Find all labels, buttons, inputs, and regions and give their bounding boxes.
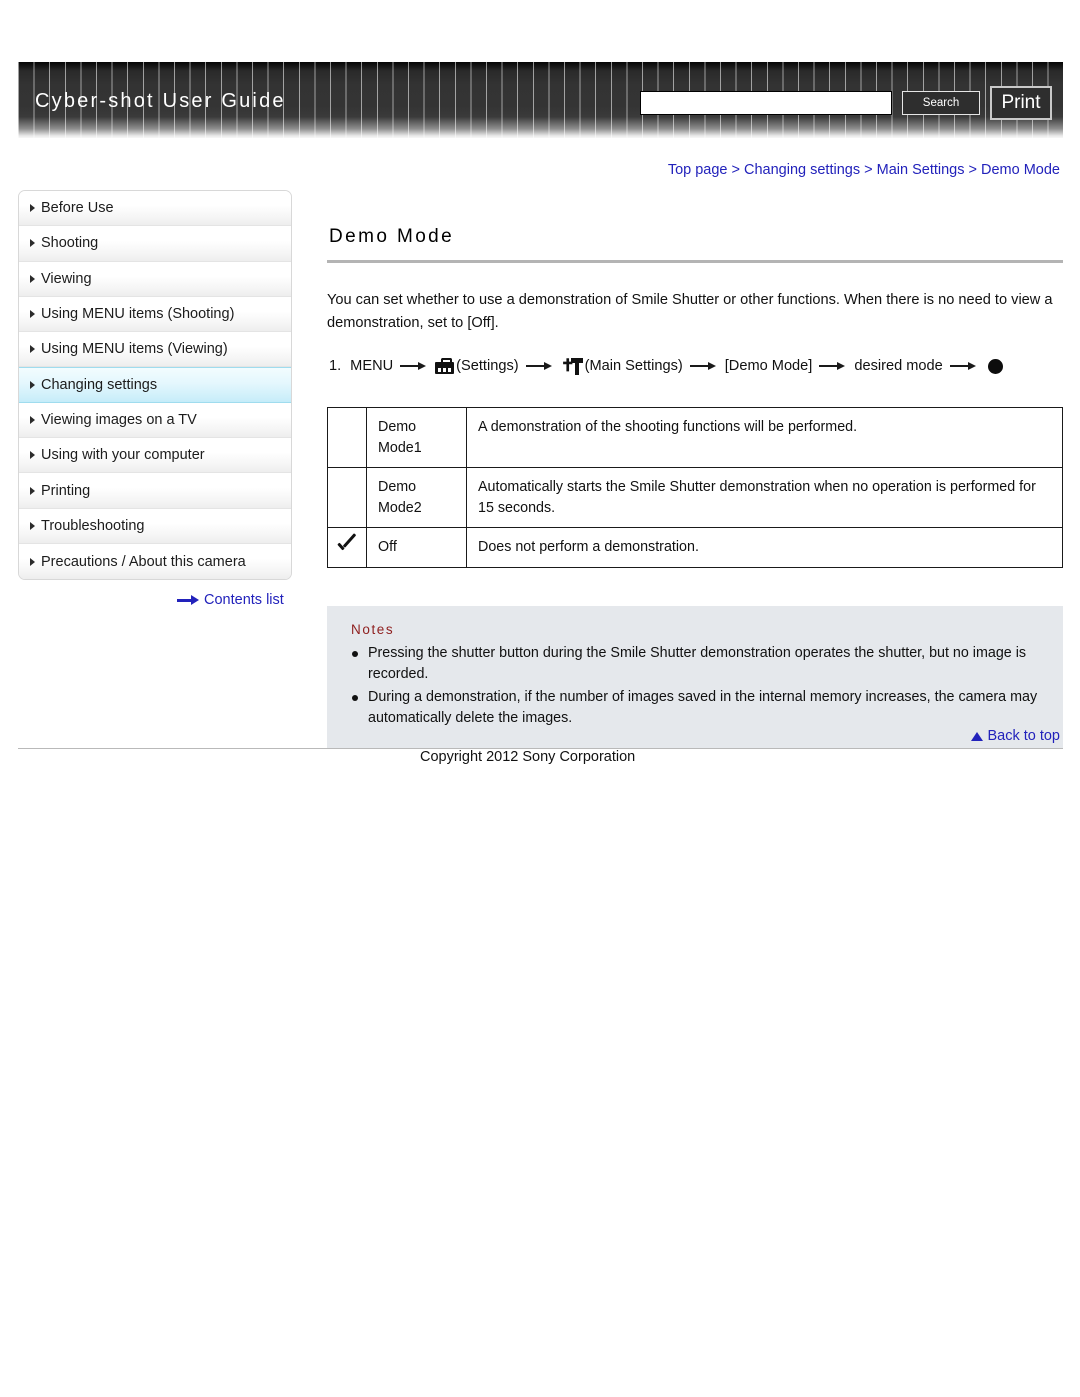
table-cell-description: Automatically starts the Smile Shutter d… (466, 467, 1063, 528)
triangle-up-icon (971, 731, 984, 741)
caret-right-icon (30, 345, 35, 354)
sidebar-item-label: Precautions / About this camera (41, 553, 246, 570)
table-row: Demo Mode1 A demonstration of the shooti… (327, 407, 1063, 468)
sidebar-item-label: Viewing (41, 270, 92, 287)
table-row: Demo Mode2 Automatically starts the Smil… (327, 467, 1063, 528)
caret-right-icon (30, 381, 35, 390)
sidebar-item-precautions-about-this-camera[interactable]: Precautions / About this camera (19, 543, 291, 580)
sidebar-item-shooting[interactable]: Shooting (19, 226, 291, 262)
list-item: During a demonstration, if the number of… (347, 687, 1043, 730)
breadcrumb-item-changing-settings[interactable]: Changing settings (744, 162, 860, 178)
step-main-settings-label: (Main Settings) (584, 358, 683, 374)
breadcrumb-item-demo-mode[interactable]: Demo Mode (981, 162, 1060, 178)
sidebar-item-before-use[interactable]: Before Use (19, 191, 291, 227)
mode-label: Demo Mode1 (378, 419, 422, 456)
sidebar-item-label: Using MENU items (Shooting) (41, 306, 235, 323)
sidebar-item-label: Troubleshooting (41, 517, 145, 534)
table-row: Off Does not perform a demonstration. (327, 527, 1063, 568)
caret-right-icon (30, 274, 35, 283)
caret-right-icon (30, 557, 35, 566)
sidebar-item-label: Shooting (41, 235, 99, 252)
checkmark-icon (336, 538, 358, 556)
search-button[interactable]: Search (902, 91, 980, 115)
sidebar-item-label: Printing (41, 482, 91, 499)
sidebar-item-label: Using with your computer (41, 447, 205, 464)
back-to-top-link[interactable]: Back to top (971, 728, 1060, 744)
notes-list: Pressing the shutter button during the S… (347, 643, 1043, 730)
sidebar-item-using-menu-items-viewing[interactable]: Using MENU items (Viewing) (19, 332, 291, 368)
arrow-right-icon (689, 360, 718, 372)
header-tools: Search Print (640, 86, 1052, 120)
sidebar-item-label: Before Use (41, 200, 114, 217)
page-title: Demo Mode (329, 226, 455, 247)
print-button[interactable]: Print (990, 86, 1052, 120)
step-instruction: 1. MENU (Settings) ✝ (Main Settings) [De… (327, 353, 1063, 379)
copyright-text: Copyright 2012 Sony Corporation (420, 749, 636, 765)
step-settings-label: (Settings) (456, 358, 519, 374)
breadcrumb-separator: > (864, 162, 873, 178)
caret-right-icon (30, 204, 35, 213)
sidebar-item-changing-settings[interactable]: Changing settings (19, 367, 291, 403)
list-item: Pressing the shutter button during the S… (347, 643, 1043, 686)
intro-paragraph: You can set whether to use a demonstrati… (327, 292, 1053, 331)
sidebar-item-viewing-images-on-a-tv[interactable]: Viewing images on a TV (19, 402, 291, 439)
mode-label: Off (378, 539, 397, 555)
arrow-right-icon (949, 360, 978, 372)
sidebar-item-viewing[interactable]: Viewing (19, 261, 291, 297)
breadcrumb: Top page > Changing settings > Main Sett… (668, 162, 1060, 178)
arrow-right-icon (177, 595, 199, 605)
caret-right-icon (30, 451, 35, 460)
site-header: Cyber-shot User Guide Search Print (18, 62, 1063, 138)
search-input[interactable] (640, 91, 892, 115)
step-desired-mode-label: desired mode (854, 358, 943, 374)
sidebar-item-troubleshooting[interactable]: Troubleshooting (19, 508, 291, 544)
main-content: Demo Mode You can set whether to use a d… (327, 226, 1063, 793)
mode-label: Demo Mode2 (378, 479, 422, 516)
contents-list-label: Contents list (204, 592, 284, 608)
caret-right-icon (30, 486, 35, 495)
notes-box: Notes Pressing the shutter button during… (327, 605, 1063, 749)
step-menu-label: MENU (350, 358, 394, 374)
control-button-icon (987, 358, 1003, 374)
toolbox-settings-icon (435, 358, 455, 374)
caret-right-icon (30, 415, 35, 424)
sidebar-item-label: Using MENU items (Viewing) (41, 341, 228, 358)
breadcrumb-item-top-page[interactable]: Top page (668, 162, 728, 178)
demo-mode-options-table: Demo Mode1 A demonstration of the shooti… (327, 407, 1063, 568)
step-demo-mode-label: [Demo Mode] (724, 358, 813, 374)
table-cell-mode: Demo Mode1 (366, 407, 467, 468)
sidebar-item-label: Viewing images on a TV (41, 411, 197, 428)
table-cell-check (327, 467, 367, 528)
arrow-right-icon (819, 360, 847, 372)
table-cell-mode: Demo Mode2 (366, 467, 467, 528)
breadcrumb-separator: > (968, 162, 977, 178)
table-cell-description: A demonstration of the shooting function… (466, 407, 1063, 468)
breadcrumb-item-main-settings[interactable]: Main Settings (877, 162, 965, 178)
step-number: 1. (329, 358, 342, 374)
table-cell-mode: Off (366, 527, 467, 568)
caret-right-icon (30, 239, 35, 248)
sidebar-item-using-menu-items-shooting[interactable]: Using MENU items (Shooting) (19, 296, 291, 333)
contents-list-link[interactable]: Contents list (177, 592, 284, 608)
caret-right-icon (30, 521, 35, 530)
table-cell-description: Does not perform a demonstration. (466, 527, 1063, 568)
title-divider (327, 260, 1063, 263)
wrench-screwdriver-icon: ✝ (561, 357, 583, 375)
back-to-top-label: Back to top (987, 728, 1060, 744)
notes-title: Notes (351, 621, 395, 637)
breadcrumb-separator: > (731, 162, 740, 178)
sidebar-item-label: Changing settings (41, 377, 158, 394)
caret-right-icon (30, 310, 35, 319)
arrow-right-icon (400, 360, 428, 372)
table-cell-check (327, 407, 367, 468)
sidebar-item-using-with-your-computer[interactable]: Using with your computer (19, 438, 291, 474)
site-title: Cyber-shot User Guide (35, 90, 286, 112)
sidebar-nav: Before Use Shooting Viewing Using MENU i… (18, 190, 292, 581)
table-cell-check (327, 527, 367, 568)
sidebar-item-printing[interactable]: Printing (19, 473, 291, 509)
arrow-right-icon (525, 360, 554, 372)
